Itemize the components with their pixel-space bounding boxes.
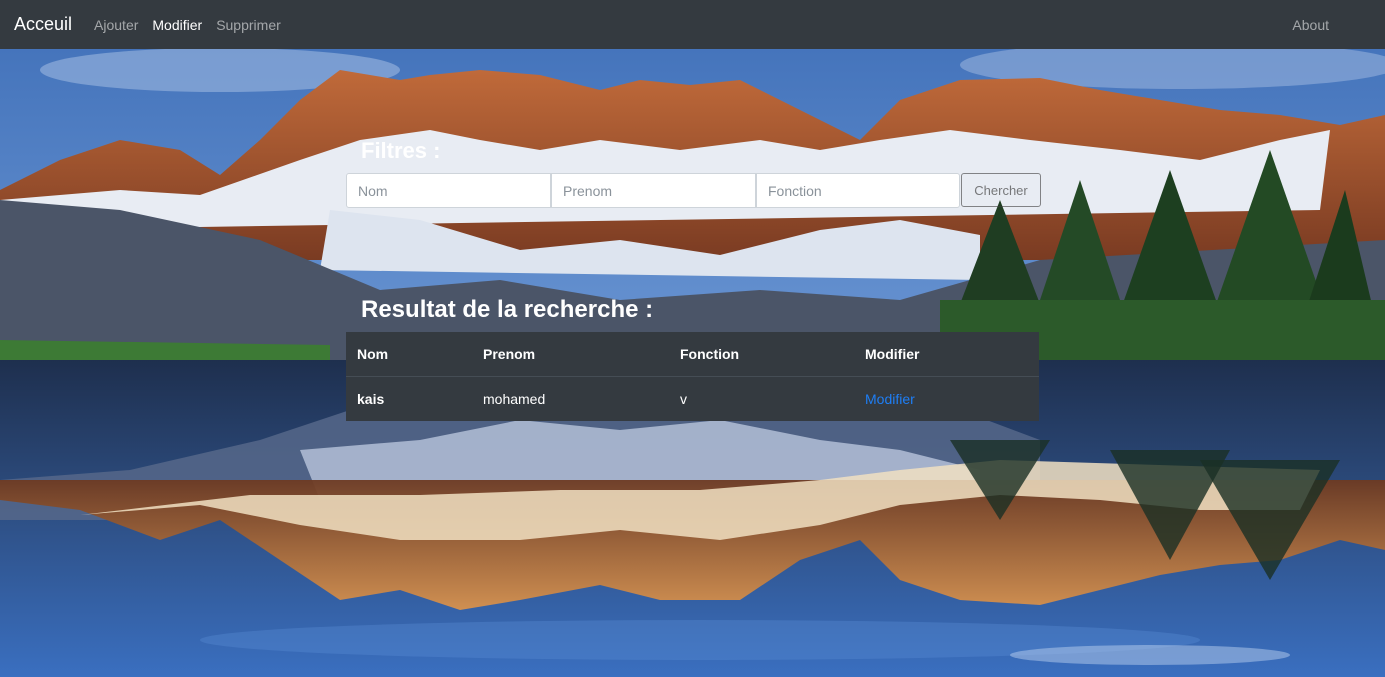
filters-title: Filtres :	[361, 138, 441, 163]
cell-action: Modifier	[854, 376, 1039, 421]
header-modifier: Modifier	[854, 332, 1039, 377]
nav-link-ajouter[interactable]: Ajouter	[94, 17, 138, 33]
search-button[interactable]: Chercher	[961, 173, 1041, 207]
nom-filter-input[interactable]	[346, 173, 551, 208]
cell-fonction: v	[680, 390, 687, 407]
nav-link-supprimer[interactable]: Supprimer	[216, 17, 281, 33]
header-nom: Nom	[346, 332, 472, 377]
header-fonction: Fonction	[669, 332, 854, 377]
cell-prenom: mohamed	[483, 390, 546, 407]
nav-link-about[interactable]: About	[1292, 17, 1329, 33]
table-header-row: Nom Prenom Fonction Modifier	[346, 332, 1039, 377]
fonction-filter-input[interactable]	[756, 173, 960, 208]
header-prenom: Prenom	[472, 332, 669, 377]
top-navbar: Acceuil Ajouter Modifier Supprimer About	[0, 0, 1385, 49]
prenom-filter-input[interactable]	[551, 173, 756, 208]
nav-brand-accueil[interactable]: Acceuil	[14, 14, 72, 35]
results-table: Nom Prenom Fonction Modifier kais mohame…	[346, 332, 1039, 421]
nav-link-modifier[interactable]: Modifier	[152, 17, 202, 33]
table-row: kais mohamed v Modifier	[346, 376, 1039, 421]
cell-nom: kais	[357, 390, 385, 407]
results-title: Resultat de la recherche :	[361, 296, 654, 323]
modify-row-link[interactable]: Modifier	[865, 391, 915, 407]
filters-form: Chercher	[346, 173, 1041, 208]
